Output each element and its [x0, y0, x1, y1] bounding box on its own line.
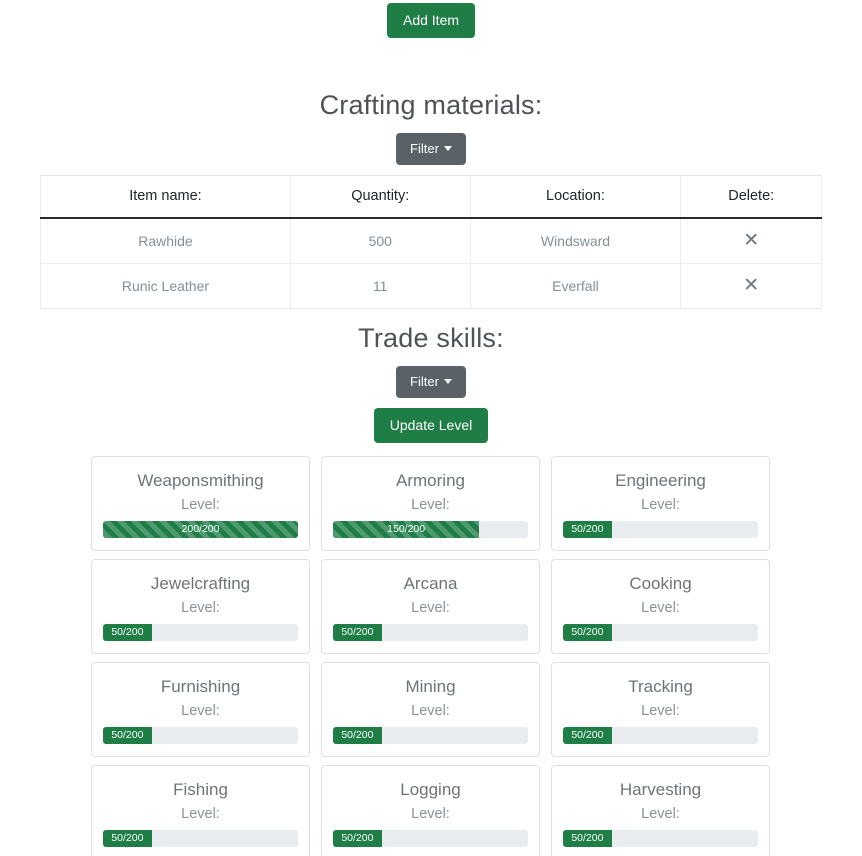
skill-progress-track: 50/200	[333, 727, 528, 744]
skill-card[interactable]: Jewelcrafting Level: 50/200	[91, 559, 310, 654]
skill-level-label: Level:	[641, 703, 680, 719]
cell-quantity: 11	[289, 263, 471, 309]
add-item-toolbar: Add Item	[0, 0, 862, 38]
skill-name: Mining	[405, 677, 456, 696]
skill-progress-bar: 50/200	[103, 830, 152, 847]
skill-level-label: Level:	[411, 497, 450, 513]
skill-progress-track: 50/200	[333, 624, 528, 641]
skill-card[interactable]: Harvesting Level: 50/200	[551, 765, 770, 856]
skill-progress-track: 50/200	[563, 521, 758, 538]
delete-row-icon[interactable]: ✕	[743, 231, 759, 250]
skill-name: Engineering	[615, 471, 706, 490]
materials-filter-button[interactable]: Filter	[396, 133, 466, 165]
skills-filter-toolbar: Filter	[0, 366, 862, 398]
update-level-toolbar: Update Level	[0, 408, 862, 443]
cell-delete: ✕	[680, 217, 822, 264]
column-header-item-name: Item name:	[40, 175, 291, 219]
skill-level-label: Level:	[181, 600, 220, 616]
skill-card[interactable]: Armoring Level: 150/200	[321, 456, 540, 551]
skill-name: Jewelcrafting	[150, 574, 251, 593]
skill-progress-bar: 50/200	[563, 727, 612, 744]
skill-card[interactable]: Furnishing Level: 50/200	[91, 662, 310, 757]
skill-card[interactable]: Fishing Level: 50/200	[91, 765, 310, 856]
skill-name: Cooking	[629, 574, 692, 593]
skill-progress-track: 50/200	[103, 830, 298, 847]
cell-location: Windsward	[469, 217, 682, 264]
skill-card[interactable]: Mining Level: 50/200	[321, 662, 540, 757]
skill-progress-bar: 50/200	[563, 624, 612, 641]
add-item-button[interactable]: Add Item	[386, 3, 476, 38]
skill-progress-bar: 50/200	[333, 727, 382, 744]
skills-filter-label: Filter	[410, 374, 439, 389]
skill-name: Weaponsmithing	[137, 471, 264, 490]
skill-progress-track: 50/200	[563, 830, 758, 847]
crafting-materials-table-body: Rawhide 500 Windsward ✕ Runic Leather 11…	[40, 217, 822, 309]
skill-level-label: Level:	[181, 806, 220, 822]
crafting-materials-table-wrapper: Item name: Quantity: Location: Delete: R…	[40, 175, 822, 309]
update-level-button[interactable]: Update Level	[373, 408, 489, 443]
skill-progress-bar: 50/200	[333, 624, 382, 641]
skill-progress-bar: 50/200	[563, 830, 612, 847]
skill-card[interactable]: Tracking Level: 50/200	[551, 662, 770, 757]
skill-level-label: Level:	[181, 703, 220, 719]
skill-card[interactable]: Arcana Level: 50/200	[321, 559, 540, 654]
skill-level-label: Level:	[411, 600, 450, 616]
cell-location: Everfall	[469, 263, 682, 309]
cell-quantity: 500	[289, 217, 471, 264]
column-header-quantity: Quantity:	[289, 175, 471, 219]
table-row: Runic Leather 11 Everfall ✕	[40, 263, 822, 309]
skill-level-label: Level:	[641, 497, 680, 513]
skill-level-label: Level:	[411, 806, 450, 822]
skill-card[interactable]: Cooking Level: 50/200	[551, 559, 770, 654]
skill-name: Tracking	[628, 677, 693, 696]
skill-progress-track: 150/200	[333, 521, 528, 538]
chevron-down-icon	[443, 379, 452, 385]
skill-level-label: Level:	[641, 600, 680, 616]
skill-name: Arcana	[403, 574, 458, 593]
skill-progress-bar: 50/200	[333, 830, 382, 847]
skill-progress-track: 50/200	[563, 624, 758, 641]
crafting-materials-table: Item name: Quantity: Location: Delete: R…	[40, 175, 822, 309]
skill-progress-track: 50/200	[333, 830, 528, 847]
delete-row-icon[interactable]: ✕	[743, 276, 759, 295]
cell-item-name: Runic Leather	[40, 263, 291, 309]
cell-delete: ✕	[680, 263, 822, 309]
table-row: Rawhide 500 Windsward ✕	[40, 217, 822, 264]
trade-skills-heading: Trade skills:	[358, 323, 504, 353]
trade-skills-grid: Weaponsmithing Level: 200/200 Armoring Level…	[91, 456, 771, 856]
skill-progress-bar: 150/200	[333, 521, 480, 538]
skill-name: Harvesting	[619, 780, 702, 799]
skill-progress-bar: 50/200	[103, 624, 152, 641]
skill-name: Logging	[400, 780, 461, 799]
skill-progress-bar: 200/200	[103, 521, 298, 538]
skill-progress-bar: 50/200	[563, 521, 612, 538]
skill-name: Fishing	[173, 780, 228, 799]
column-header-delete: Delete:	[680, 175, 822, 219]
skill-progress-track: 50/200	[103, 624, 298, 641]
crafting-tracker-page: Add Item Crafting materials: Filter Item…	[0, 0, 862, 856]
skill-card[interactable]: Logging Level: 50/200	[321, 765, 540, 856]
skill-card[interactable]: Weaponsmithing Level: 200/200	[91, 456, 310, 551]
skill-progress-track: 200/200	[103, 521, 298, 538]
crafting-materials-heading: Crafting materials:	[319, 90, 543, 120]
materials-filter-toolbar: Filter	[0, 133, 862, 165]
skill-progress-track: 50/200	[563, 727, 758, 744]
skills-filter-button[interactable]: Filter	[396, 366, 466, 398]
skill-card[interactable]: Engineering Level: 50/200	[551, 456, 770, 551]
skill-progress-track: 50/200	[103, 727, 298, 744]
skill-level-label: Level:	[641, 806, 680, 822]
column-header-location: Location:	[469, 175, 682, 219]
cell-item-name: Rawhide	[40, 217, 291, 264]
skill-name: Armoring	[396, 471, 465, 490]
skill-level-label: Level:	[411, 703, 450, 719]
skill-progress-bar: 50/200	[103, 727, 152, 744]
skill-level-label: Level:	[181, 497, 220, 513]
skill-name: Furnishing	[160, 677, 241, 696]
materials-filter-label: Filter	[410, 141, 439, 156]
chevron-down-icon	[443, 146, 452, 152]
table-header-row: Item name: Quantity: Location: Delete:	[40, 175, 822, 219]
